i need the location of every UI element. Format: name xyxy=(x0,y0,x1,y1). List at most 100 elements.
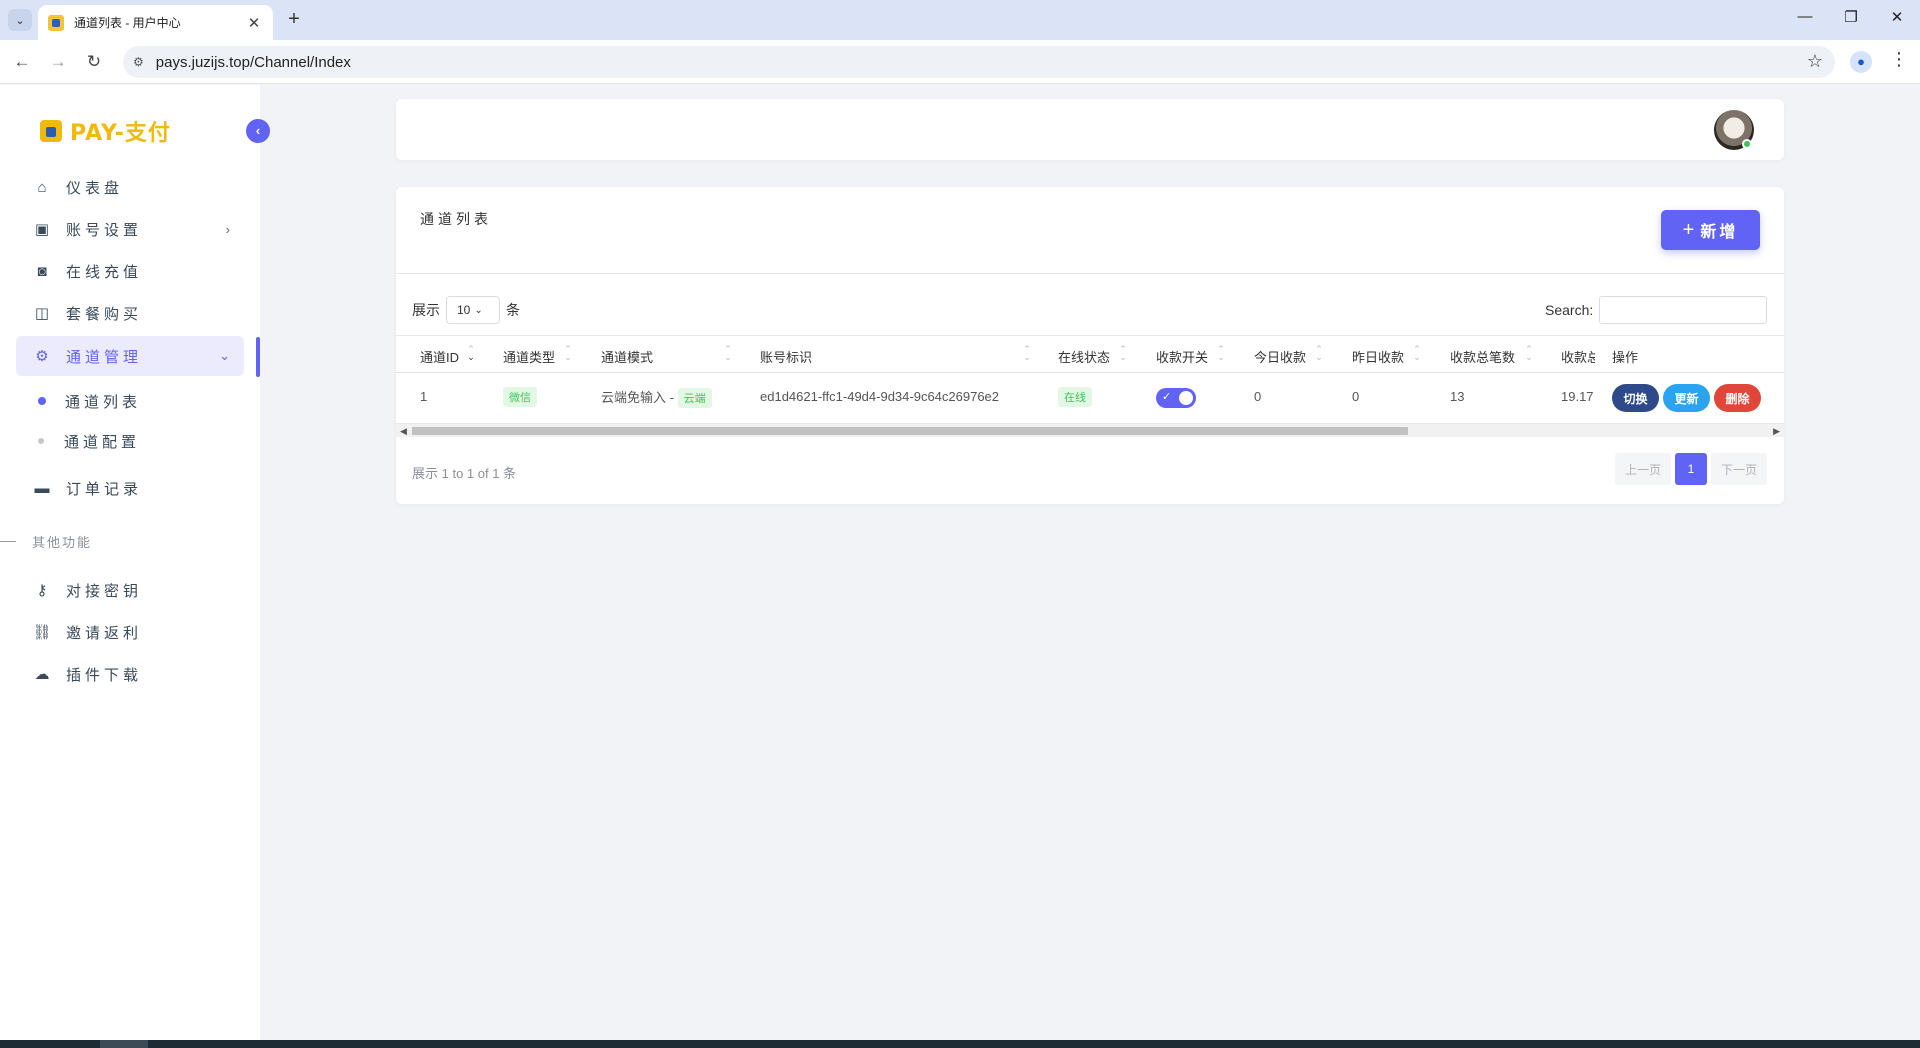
taskbar-app-indicator[interactable] xyxy=(100,1040,148,1048)
window-close-icon[interactable]: ✕ xyxy=(1882,8,1912,26)
update-button[interactable]: 更新 xyxy=(1663,384,1710,412)
gear-icon: ⚙ xyxy=(35,348,49,365)
logo-icon xyxy=(40,120,62,142)
browser-menu-icon[interactable]: ⋮ xyxy=(1890,49,1908,70)
tab-close-icon[interactable]: ✕ xyxy=(245,14,263,32)
sidebar-item-channel-management[interactable]: ⚙ 通道管理 ⌄ xyxy=(16,336,244,376)
sort-icon[interactable]: ⌃ ⌄ xyxy=(1022,345,1032,363)
back-icon[interactable]: ← xyxy=(10,50,34,74)
column-header-total-amount[interactable]: 收款总 xyxy=(1561,347,1595,366)
omnibox[interactable]: ⚙ pays.juzijs.top/Channel/Index ☆ xyxy=(123,46,1835,78)
sidebar-item-account-settings[interactable]: ▣ 账号设置 › xyxy=(16,209,244,249)
next-page-button[interactable]: 下一页 xyxy=(1711,453,1768,485)
sort-icon[interactable]: ⌃ ⌄ xyxy=(723,345,733,363)
prev-page-button[interactable]: 上一页 xyxy=(1615,453,1672,485)
sidebar-item-label: 账号设置 xyxy=(66,221,143,239)
column-header-status[interactable]: 在线状态 xyxy=(1058,347,1110,366)
cell-type: 微信 xyxy=(503,387,537,407)
switch-button[interactable]: 切换 xyxy=(1612,384,1659,412)
cell-today: 0 xyxy=(1254,389,1262,404)
wallet-icon: ▬ xyxy=(34,479,50,497)
search-label: Search: xyxy=(1545,302,1594,318)
page-length-select[interactable]: 10 ⌄ xyxy=(446,296,500,324)
account-icon: ▣ xyxy=(34,221,50,238)
sidebar-item-referral[interactable]: ⛓ 邀请返利 xyxy=(16,612,244,652)
sidebar-item-orders[interactable]: ▬ 订单记录 xyxy=(16,468,244,508)
sort-icon[interactable]: ⌃ ⌄ xyxy=(563,345,573,363)
table-row: 1 微信 云端免输入 - 云端 ed1d4621-ffc1-49d4-9d34-… xyxy=(396,373,1784,423)
sort-icon[interactable]: ⌃ ⌄ xyxy=(466,345,476,363)
column-header-yesterday[interactable]: 昨日收款 xyxy=(1352,347,1404,366)
plus-icon: + xyxy=(1682,219,1695,241)
browser-tab-active[interactable]: 通道列表 - 用户中心 ✕ xyxy=(38,5,273,40)
sidebar-item-packages[interactable]: ◫ 套餐购买 xyxy=(16,293,244,333)
column-header-switch[interactable]: 收款开关 xyxy=(1156,347,1208,366)
page-title: 通道列表 xyxy=(420,211,492,227)
sidebar-subitem-channel-config[interactable]: 通道配置 xyxy=(38,426,140,456)
cell-total-amount: 19.17 xyxy=(1561,389,1594,404)
chevron-down-icon: ⌄ xyxy=(219,348,230,363)
bookmark-star-icon[interactable]: ☆ xyxy=(1807,51,1823,72)
cloud-download-icon: ☁ xyxy=(34,666,50,683)
column-header-id[interactable]: 通道ID xyxy=(420,347,459,366)
sidebar: PAY-支付 ⌂ 仪表盘 ▣ 账号设置 › ◙ 在线充值 ◫ 套餐购买 ⚙ 通道… xyxy=(0,85,260,1040)
cell-yesterday: 0 xyxy=(1352,389,1360,404)
column-header-total-count[interactable]: 收款总笔数 xyxy=(1450,347,1515,366)
logo-text: PAY-支付 xyxy=(70,121,171,146)
search-input[interactable] xyxy=(1599,296,1768,324)
sort-icon[interactable]: ⌃ ⌄ xyxy=(1524,345,1534,363)
address-bar: ← → ↻ ⚙ pays.juzijs.top/Channel/Index ☆ … xyxy=(0,40,1920,84)
chevron-right-icon: › xyxy=(225,221,230,237)
sidebar-subitem-label: 通道列表 xyxy=(65,393,142,411)
online-status-dot xyxy=(1742,139,1752,149)
bullet-icon xyxy=(38,397,46,405)
site-info-icon[interactable]: ⚙ xyxy=(133,55,144,69)
receive-toggle[interactable]: ✓ xyxy=(1156,388,1196,408)
url-text: pays.juzijs.top/Channel/Index xyxy=(155,53,351,71)
cell-account: ed1d4621-ffc1-49d4-9d34-9c64c26976e2 xyxy=(760,389,1000,404)
sort-icon[interactable]: ⌃ ⌄ xyxy=(1118,345,1128,363)
sort-icon[interactable]: ⌃ ⌄ xyxy=(1314,345,1324,363)
forward-icon[interactable]: → xyxy=(46,50,70,74)
tab-search-dropdown[interactable]: ⌄ xyxy=(8,9,32,31)
column-header-account[interactable]: 账号标识 xyxy=(760,347,812,366)
pagination: 上一页 1 下一页 xyxy=(1615,453,1768,485)
column-header-mode[interactable]: 通道模式 xyxy=(601,347,653,366)
cell-id: 1 xyxy=(420,389,428,404)
channel-list-card: 通道列表 + 新增 展示 10 ⌄ 条 Search: 通道ID ⌃ ⌄ 通道类型… xyxy=(396,187,1784,504)
sidebar-subitem-channel-list[interactable]: 通道列表 xyxy=(38,386,141,416)
header-bar xyxy=(396,99,1784,160)
horizontal-scrollbar[interactable]: ◀ ▶ xyxy=(396,423,1784,437)
active-indicator xyxy=(256,337,260,377)
sidebar-item-label: 在线充值 xyxy=(66,263,143,281)
sort-icon[interactable]: ⌃ ⌄ xyxy=(1412,345,1422,363)
sidebar-item-dashboard[interactable]: ⌂ 仪表盘 xyxy=(16,167,244,207)
sidebar-collapse-button[interactable]: ‹ xyxy=(246,119,270,143)
sidebar-item-label: 仪表盘 xyxy=(66,179,124,197)
reload-icon[interactable]: ↻ xyxy=(82,50,106,74)
restore-icon[interactable]: ❐ xyxy=(1836,8,1866,26)
scroll-left-icon[interactable]: ◀ xyxy=(400,424,407,438)
profile-icon[interactable]: ● xyxy=(1850,51,1872,73)
scroll-right-icon[interactable]: ▶ xyxy=(1773,424,1780,438)
sidebar-item-api-keys[interactable]: ⚷ 对接密钥 xyxy=(16,570,244,610)
scrollbar-thumb[interactable] xyxy=(412,427,1408,435)
sidebar-item-label: 通道管理 xyxy=(66,348,143,366)
new-tab-button[interactable]: + xyxy=(282,8,306,31)
check-icon: ✓ xyxy=(1162,391,1172,403)
logo[interactable]: PAY-支付 xyxy=(40,115,171,147)
os-taskbar xyxy=(0,1040,1920,1048)
status-badge: 在线 xyxy=(1058,387,1092,407)
column-header-today[interactable]: 今日收款 xyxy=(1254,347,1306,366)
column-header-type[interactable]: 通道类型 xyxy=(503,347,555,366)
sidebar-item-recharge[interactable]: ◙ 在线充值 xyxy=(16,251,244,291)
minimize-icon[interactable]: — xyxy=(1790,8,1820,25)
sort-icon[interactable]: ⌃ ⌄ xyxy=(1216,345,1226,363)
sidebar-item-label: 套餐购买 xyxy=(66,305,143,323)
add-channel-button[interactable]: + 新增 xyxy=(1661,210,1760,250)
page-button-current[interactable]: 1 xyxy=(1675,453,1708,485)
divider xyxy=(396,273,1784,274)
delete-button[interactable]: 删除 xyxy=(1714,384,1761,412)
favicon-icon xyxy=(48,14,64,31)
sidebar-item-plugin-download[interactable]: ☁ 插件下载 xyxy=(16,654,244,694)
